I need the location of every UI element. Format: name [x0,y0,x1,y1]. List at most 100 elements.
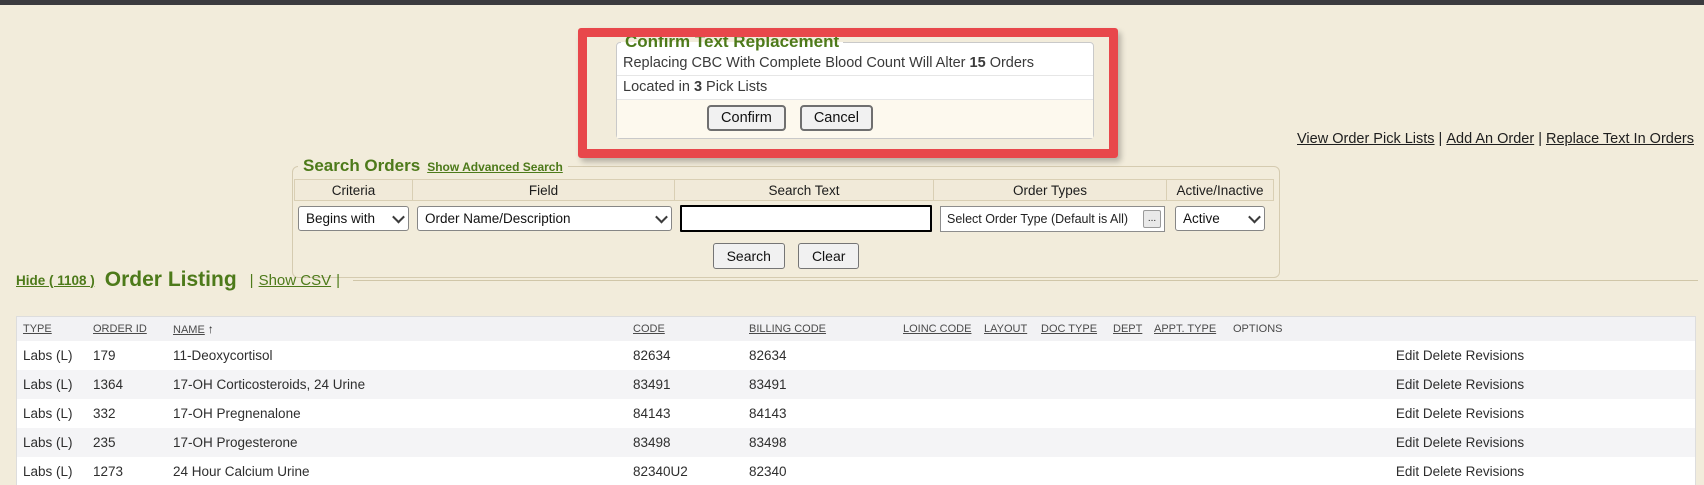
legend-divider-line [353,280,1698,281]
order-count: 15 [970,55,986,71]
table-row: Labs (L)127324 Hour Calcium Urine82340U2… [17,457,1695,485]
order-type-value: Select Order Type (Default is All) [947,212,1140,226]
chevron-down-icon [1248,211,1261,224]
cell-id: 332 [87,406,167,421]
field-select[interactable]: Order Name/Description [417,206,672,231]
message-text: Pick Lists [702,79,767,95]
cell-type: Labs (L) [17,348,87,363]
dialog-message-line1: Replacing CBC With Complete Blood Count … [617,52,1093,76]
cell-type: Labs (L) [17,435,87,450]
column-header-id[interactable]: ORDER ID [87,323,167,335]
cell-name: 11-Deoxycortisol [167,348,627,363]
view-order-pick-lists-link[interactable]: View Order Pick Lists [1297,131,1435,147]
table-row: Labs (L)33217-OH Pregnenalone8414384143E… [17,399,1695,428]
separator: | [250,272,254,289]
search-text-input[interactable] [680,205,932,232]
table-row: Labs (L)136417-OH Corticosteroids, 24 Ur… [17,370,1695,399]
link-separator: | [1538,131,1542,147]
cell-billing: 82634 [743,348,897,363]
top-dark-bar [0,0,1704,5]
chevron-down-icon [655,211,668,224]
cell-id: 1273 [87,464,167,479]
cell-options[interactable]: Edit Delete Revisions [1225,435,1695,450]
cancel-button[interactable]: Cancel [800,105,873,131]
message-text: Orders [986,55,1034,71]
column-header-code[interactable]: CODE [627,323,743,335]
cell-code: 83491 [627,377,743,392]
cell-options[interactable]: Edit Delete Revisions [1225,348,1695,363]
order-listing-table: TYPEORDER IDNAME↑CODEBILLING CODELOINC C… [16,316,1696,485]
listing-body: Labs (L)17911-Deoxycortisol8263482634Edi… [17,341,1695,485]
cell-type: Labs (L) [17,464,87,479]
cell-code: 82340U2 [627,464,743,479]
order-types-header: Order Types [933,179,1167,201]
column-header-doctype[interactable]: DOC TYPE [1035,323,1107,335]
criteria-select[interactable]: Begins with [298,206,409,231]
cell-id: 1364 [87,377,167,392]
show-csv-link[interactable]: Show CSV [259,272,332,289]
message-text: Located in [623,79,694,95]
replace-text-in-orders-link[interactable]: Replace Text In Orders [1546,131,1694,147]
add-an-order-link[interactable]: Add An Order [1446,131,1534,147]
cell-options[interactable]: Edit Delete Revisions [1225,464,1695,479]
cell-billing: 84143 [743,406,897,421]
active-inactive-select[interactable]: Active [1175,206,1265,231]
separator: | [336,272,340,289]
field-select-value: Order Name/Description [425,211,571,226]
cell-name: 17-OH Corticosteroids, 24 Urine [167,377,627,392]
column-header-name[interactable]: NAME↑ [167,322,627,336]
cell-options[interactable]: Edit Delete Revisions [1225,406,1695,421]
column-header-billing[interactable]: BILLING CODE [743,323,897,335]
criteria-select-value: Begins with [306,211,375,226]
order-listing-header: Hide ( 1108 ) Order Listing | Show CSV | [16,264,1698,296]
show-advanced-search-link[interactable]: Show Advanced Search [427,160,563,174]
pick-list-count: 3 [694,79,702,95]
column-header-dept[interactable]: DEPT [1107,323,1148,335]
table-row: Labs (L)17911-Deoxycortisol8263482634Edi… [17,341,1695,370]
column-header-loinc[interactable]: LOINC CODE [897,323,978,335]
cell-name: 17-OH Progesterone [167,435,627,450]
active-select-value: Active [1183,211,1220,226]
search-orders-title: Search Orders [303,156,420,175]
link-separator: | [1439,131,1443,147]
field-header: Field [412,179,675,201]
confirm-text-replacement-dialog: Confirm Text Replacement Replacing CBC W… [616,32,1094,139]
chevron-down-icon [392,211,405,224]
cell-code: 82634 [627,348,743,363]
dialog-message-line2: Located in 3 Pick Lists [617,76,1093,100]
cell-billing: 82340 [743,464,897,479]
column-header-options: OPTIONS [1225,323,1695,335]
search-header-row: Criteria Field Search Text Order Types A… [294,179,1278,201]
order-listing-title: Order Listing [105,268,237,292]
top-action-links: View Order Pick Lists|Add An Order|Repla… [1297,131,1694,147]
column-header-layout[interactable]: LAYOUT [978,323,1035,335]
cell-type: Labs (L) [17,377,87,392]
table-row: Labs (L)23517-OH Progesterone8349883498E… [17,428,1695,457]
cell-name: 24 Hour Calcium Urine [167,464,627,479]
active-inactive-header: Active/Inactive [1166,179,1274,201]
search-controls-row: Begins with Order Name/Description Selec… [294,201,1278,238]
column-header-type[interactable]: TYPE [17,323,87,335]
order-type-browse-button[interactable]: ... [1143,210,1161,228]
cell-code: 84143 [627,406,743,421]
listing-header-row: TYPEORDER IDNAME↑CODEBILLING CODELOINC C… [17,317,1695,341]
search-text-header: Search Text [674,179,934,201]
search-panel-legend: Search Orders Show Advanced Search [298,156,568,176]
dialog-footer: Confirm Cancel [617,100,1093,138]
cell-code: 83498 [627,435,743,450]
cell-billing: 83498 [743,435,897,450]
criteria-header: Criteria [294,179,413,201]
cell-billing: 83491 [743,377,897,392]
confirm-button[interactable]: Confirm [707,105,786,131]
sort-ascending-icon: ↑ [208,322,214,336]
column-header-appt[interactable]: APPT. TYPE [1148,323,1225,335]
cell-options[interactable]: Edit Delete Revisions [1225,377,1695,392]
order-type-selector[interactable]: Select Order Type (Default is All) ... [940,206,1165,232]
message-text: Replacing CBC With Complete Blood Count … [623,55,970,71]
hide-count-link[interactable]: Hide ( 1108 ) [16,273,95,288]
dialog-title: Confirm Text Replacement [621,32,843,52]
cell-id: 235 [87,435,167,450]
cell-id: 179 [87,348,167,363]
cell-name: 17-OH Pregnenalone [167,406,627,421]
search-orders-panel: Search Orders Show Advanced Search Criter… [292,156,1280,278]
